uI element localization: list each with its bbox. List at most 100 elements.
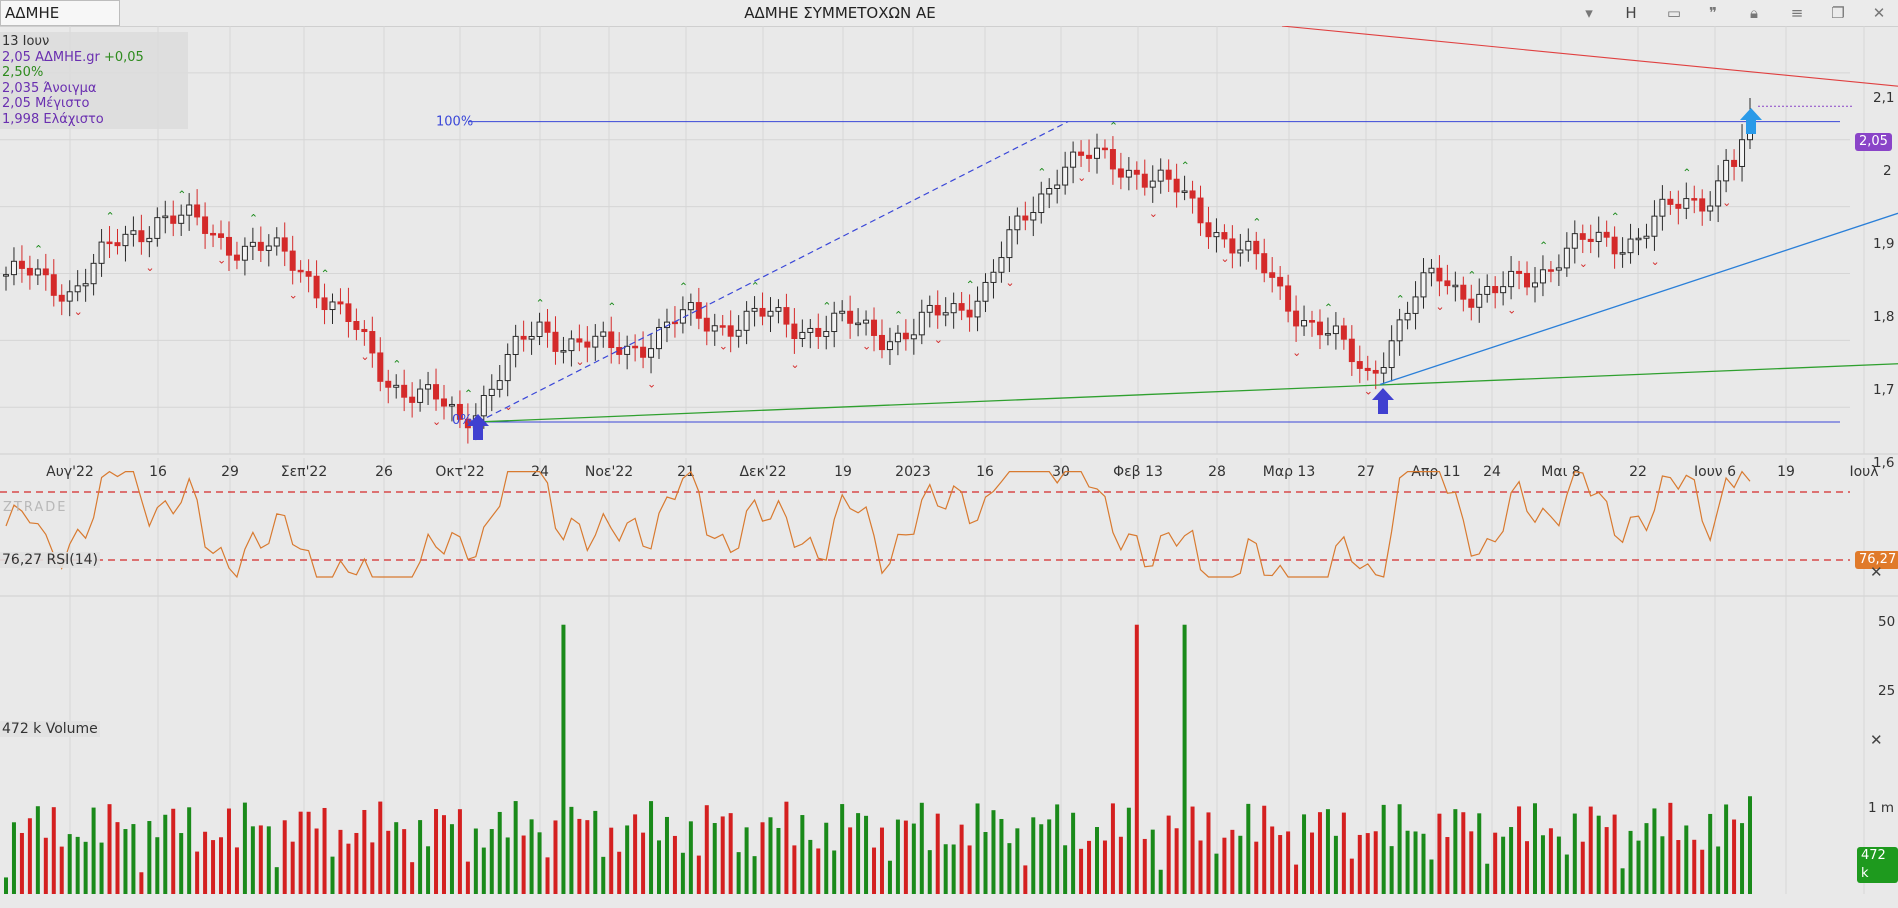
volume-bar: [1134, 624, 1139, 894]
candle-body: [942, 312, 949, 316]
volume-bar: [481, 847, 486, 894]
restore-icon[interactable]: ❐: [1826, 0, 1850, 26]
candle-body: [409, 396, 416, 403]
volume-bar: [370, 842, 375, 894]
volume-bar: [282, 820, 287, 894]
volume-bar: [1509, 827, 1514, 894]
candle-body: [831, 312, 838, 333]
candle-body: [504, 353, 511, 382]
candle-body: [1213, 232, 1220, 238]
volume-bar: [107, 804, 112, 894]
volume-bar: [1278, 835, 1283, 894]
candle-body: [1356, 361, 1363, 369]
rsi-tick: 50: [1878, 614, 1896, 630]
volume-bar: [1270, 826, 1275, 894]
volume-bar: [27, 818, 32, 894]
chevron-down-icon[interactable]: ▾: [1577, 0, 1601, 26]
candle-body: [1229, 238, 1236, 254]
candle-body: [1476, 293, 1483, 308]
volume-close-icon[interactable]: ✕: [1870, 731, 1883, 749]
volume-bar: [1477, 813, 1482, 894]
volume-bar: [1031, 817, 1036, 894]
volume-bar: [1445, 837, 1450, 894]
volume-bar: [553, 820, 558, 894]
volume-bar: [1668, 802, 1673, 894]
volume-bar: [378, 801, 383, 894]
volume-bar: [1373, 831, 1378, 894]
volume-bar: [171, 808, 176, 894]
volume-bar: [784, 801, 789, 894]
candle-body: [1643, 235, 1650, 239]
swing-high-marker: ⌃: [106, 210, 115, 223]
swing-low-marker: ⌄: [934, 333, 943, 346]
volume-bar: [1310, 832, 1315, 894]
swing-low-marker: ⌄: [1149, 207, 1158, 220]
candle-body: [218, 233, 225, 238]
candle-body: [990, 271, 997, 283]
volume-bar: [195, 851, 200, 894]
time-tick-label: Δεκ'22: [739, 464, 786, 480]
time-tick-label: Ιουν 6: [1694, 464, 1736, 480]
volume-bar: [1166, 815, 1171, 894]
chart-canvas[interactable]: Αυγ'22 16 29 Σεπ'22 26 Οκτ'22 24 Νοε'22 21 Δεκ'22…: [0, 26, 1898, 908]
candle-body: [751, 307, 758, 312]
candle-body: [329, 301, 336, 311]
candle-body: [894, 332, 901, 343]
volume-bar: [633, 814, 638, 894]
quote-icon[interactable]: ❞: [1701, 0, 1725, 26]
volume-bar: [1087, 840, 1092, 894]
volume-bar: [664, 816, 669, 894]
volume-bar: [1588, 806, 1593, 894]
volume-bar: [1007, 843, 1012, 894]
volume-bar: [354, 832, 359, 894]
swing-high-marker: ⌃: [966, 278, 975, 291]
volume-bar: [1150, 829, 1155, 894]
volume-bar: [927, 850, 932, 894]
fib-100-label: 100%: [436, 115, 473, 130]
symbol-input[interactable]: ΑΔΜΗΕ: [0, 0, 120, 26]
candle-body: [1141, 173, 1148, 188]
candle-body: [385, 380, 392, 388]
volume-bar: [1262, 805, 1267, 894]
volume-bar: [306, 811, 311, 894]
volume-bar: [903, 820, 908, 894]
close-icon[interactable]: ✕: [1867, 0, 1891, 26]
volume-bar: [83, 841, 88, 894]
candle-body: [1524, 272, 1531, 288]
volume-bar: [967, 845, 972, 894]
candle-body: [966, 309, 973, 318]
volume-bar: [226, 808, 231, 894]
candle-body: [3, 274, 9, 277]
volume-bar: [1413, 831, 1418, 894]
volume-bar: [219, 837, 224, 894]
swing-high-marker: ⌃: [751, 280, 760, 293]
volume-bar: [832, 850, 837, 894]
window-icon[interactable]: ▭: [1662, 0, 1686, 26]
candle-body: [353, 321, 360, 330]
volume-bar: [1612, 814, 1617, 894]
candle-body: [1165, 169, 1172, 180]
time-tick-label: Νοε'22: [585, 464, 633, 480]
candle-body: [178, 214, 185, 224]
candle-body: [1587, 238, 1594, 242]
candle-body: [1468, 298, 1475, 308]
swing-low-marker: ⌄: [1579, 257, 1588, 270]
volume-bar: [1493, 832, 1498, 894]
menu-icon[interactable]: ≡: [1785, 0, 1809, 26]
volume-bar: [266, 826, 271, 894]
h-icon[interactable]: H: [1619, 0, 1643, 26]
candle-body: [871, 319, 878, 336]
volume-bar: [1039, 824, 1044, 894]
volume-bar: [1079, 848, 1084, 894]
lock-icon[interactable]: 🔒︎: [1742, 0, 1766, 26]
volume-bar: [1628, 830, 1633, 894]
volume-bar: [585, 820, 590, 894]
volume-bar: [234, 847, 239, 894]
volume-bar: [975, 803, 980, 894]
candle-body: [1531, 282, 1538, 288]
rsi-close-icon[interactable]: ✕: [1870, 563, 1883, 581]
time-tick-label: 16: [149, 464, 167, 480]
volume-bar: [1381, 804, 1386, 894]
candle-body: [1269, 272, 1276, 278]
candle-body: [1579, 233, 1586, 240]
